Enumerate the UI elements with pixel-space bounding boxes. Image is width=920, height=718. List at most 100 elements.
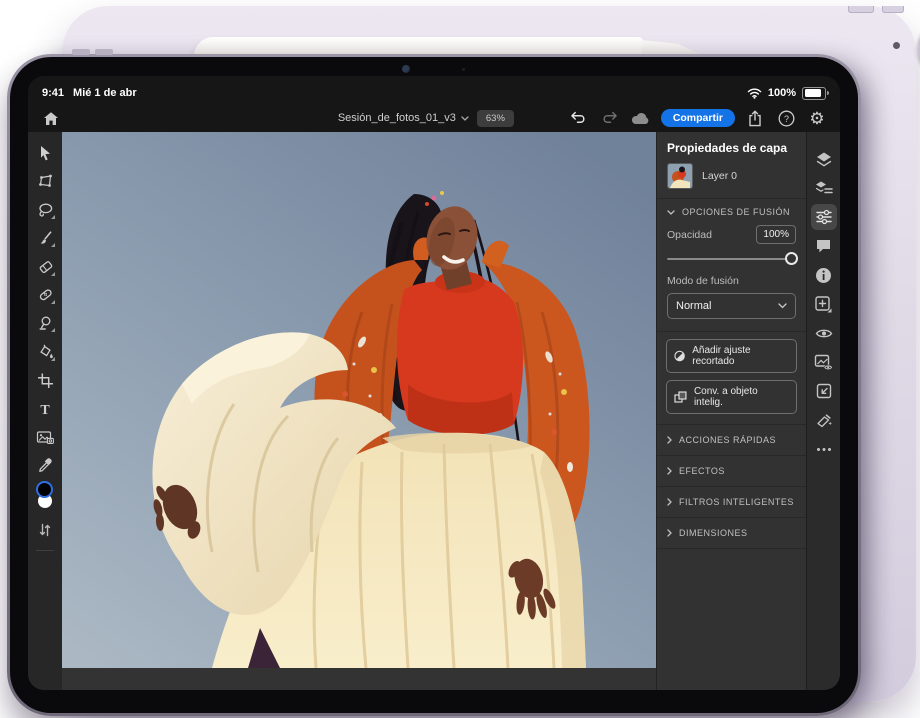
layer-properties-icon[interactable]: [811, 204, 837, 230]
chevron-down-icon: [461, 116, 469, 121]
volume-button: [95, 49, 113, 55]
front-bezel: 9:41 Mié 1 de abr 100%: [10, 57, 858, 713]
status-time: 9:41: [42, 87, 64, 99]
export-icon[interactable]: [744, 107, 766, 129]
move-tool[interactable]: [32, 140, 58, 166]
device-mockup: 9:41 Mié 1 de abr 100%: [0, 0, 920, 718]
color-chips[interactable]: [32, 481, 58, 515]
add-clipped-adjustment-button[interactable]: Añadir ajuste recortado: [666, 339, 797, 373]
foreground-color-chip[interactable]: [36, 481, 53, 498]
swap-colors[interactable]: [32, 517, 58, 543]
chevron-right-icon: [667, 467, 672, 475]
clone-stamp-tool[interactable]: [32, 310, 58, 336]
document-photo[interactable]: [62, 132, 656, 668]
front-sensor: [462, 68, 465, 71]
clean-brush-icon[interactable]: [811, 407, 837, 433]
layer-row[interactable]: Layer 0: [657, 160, 806, 199]
layer-thumbnail: [667, 163, 693, 189]
visibility-eye-icon[interactable]: [811, 320, 837, 346]
transform-tool[interactable]: [32, 168, 58, 194]
document-title: Sesión_de_fotos_01_v3: [338, 112, 456, 124]
layers-panel-icon[interactable]: [811, 146, 837, 172]
undo-icon[interactable]: [568, 107, 590, 129]
help-icon[interactable]: ?: [775, 107, 797, 129]
section-dimensions[interactable]: DIMENSIONES: [657, 518, 806, 549]
layer-action-buttons: Añadir ajuste recortado Conv. a objeto i…: [657, 332, 806, 425]
chevron-right-icon: [667, 529, 672, 537]
tool-variant-indicator: [51, 272, 55, 276]
blend-mode-control: Modo de fusión Normal: [657, 269, 806, 332]
svg-text:?: ?: [783, 114, 788, 124]
section-quick-actions[interactable]: ACCIONES RÁPIDAS: [657, 425, 806, 456]
settings-gear-icon[interactable]: ⚙: [806, 107, 828, 129]
blend-mode-label: Modo de fusión: [667, 275, 739, 287]
redo-icon[interactable]: [599, 107, 621, 129]
section-label: ACCIONES RÁPIDAS: [679, 435, 776, 445]
tool-variant-indicator: [51, 300, 55, 304]
toolbar-divider: [36, 550, 54, 551]
tool-variant-indicator: [51, 328, 55, 332]
convert-smart-object-button[interactable]: Conv. a objeto intelig.: [666, 380, 797, 414]
crop-tool[interactable]: [32, 367, 58, 393]
tool-bar: T: [28, 132, 62, 690]
place-photo-tool[interactable]: [32, 424, 58, 450]
wifi-icon: [747, 87, 762, 99]
more-options-icon[interactable]: [811, 436, 837, 462]
compact-layers-icon[interactable]: [811, 175, 837, 201]
eraser-tool[interactable]: [32, 254, 58, 280]
place-import-icon[interactable]: [811, 378, 837, 404]
share-button[interactable]: Compartir: [661, 109, 735, 128]
front-camera: [402, 65, 410, 73]
layer-name: Layer 0: [702, 170, 737, 182]
tool-variant-indicator: [51, 215, 55, 219]
section-smart-filters[interactable]: FILTROS INTELIGENTES: [657, 487, 806, 518]
rear-mic-dot: [893, 42, 900, 49]
document-info-icon[interactable]: [811, 262, 837, 288]
type-tool[interactable]: T: [32, 396, 58, 422]
eyedropper-tool[interactable]: [32, 452, 58, 478]
opacity-slider[interactable]: [667, 251, 796, 267]
blend-options-header[interactable]: OPCIONES DE FUSIÓN: [657, 199, 806, 221]
blend-mode-value: Normal: [676, 300, 711, 312]
svg-text:T: T: [40, 403, 50, 417]
front-ipad: 9:41 Mié 1 de abr 100%: [7, 54, 861, 716]
chevron-down-icon: [667, 210, 675, 215]
panel-title: Propiedades de capa: [657, 132, 806, 160]
brush-tool[interactable]: [32, 225, 58, 251]
section-label: EFECTOS: [679, 466, 725, 476]
healing-tool[interactable]: [32, 282, 58, 308]
section-label: FILTROS INTELIGENTES: [679, 497, 794, 507]
opacity-slider-knob[interactable]: [785, 252, 798, 265]
canvas-area[interactable]: [62, 132, 656, 690]
comments-icon[interactable]: [811, 233, 837, 259]
ipados-status-bar: 9:41 Mié 1 de abr 100%: [28, 76, 840, 104]
zoom-level-badge[interactable]: 63%: [477, 110, 514, 127]
opacity-value-field[interactable]: 100%: [756, 225, 796, 244]
add-clipped-adjustment-label: Añadir ajuste recortado: [692, 345, 789, 367]
smart-object-icon: [674, 391, 687, 403]
blend-mode-dropdown[interactable]: Normal: [667, 293, 796, 319]
image-preview-icon[interactable]: [811, 349, 837, 375]
section-label: DIMENSIONES: [679, 528, 748, 538]
blend-options-label: OPCIONES DE FUSIÓN: [682, 207, 790, 217]
tool-variant-indicator: [51, 357, 55, 361]
task-bar: [806, 132, 840, 690]
lasso-tool[interactable]: [32, 197, 58, 223]
photoshop-app: 9:41 Mié 1 de abr 100%: [28, 76, 840, 690]
cloud-sync-icon[interactable]: [630, 107, 652, 129]
back-ipad-top-button: [848, 6, 874, 13]
document-title-menu[interactable]: Sesión_de_fotos_01_v3: [338, 112, 469, 124]
home-icon[interactable]: [40, 107, 62, 129]
adjustment-icon: [674, 350, 685, 362]
chevron-right-icon: [667, 436, 672, 444]
chevron-right-icon: [667, 498, 672, 506]
battery-icon: [802, 87, 826, 100]
add-layer-icon[interactable]: [811, 291, 837, 317]
status-date: Mié 1 de abr: [73, 87, 137, 99]
section-effects[interactable]: EFECTOS: [657, 456, 806, 487]
chevron-down-icon: [778, 303, 787, 309]
fill-tool[interactable]: [32, 339, 58, 365]
workspace: T: [28, 132, 840, 690]
layer-properties-panel: Propiedades de capa Layer 0 OPCIONES: [656, 132, 806, 690]
tool-variant-indicator: [51, 243, 55, 247]
